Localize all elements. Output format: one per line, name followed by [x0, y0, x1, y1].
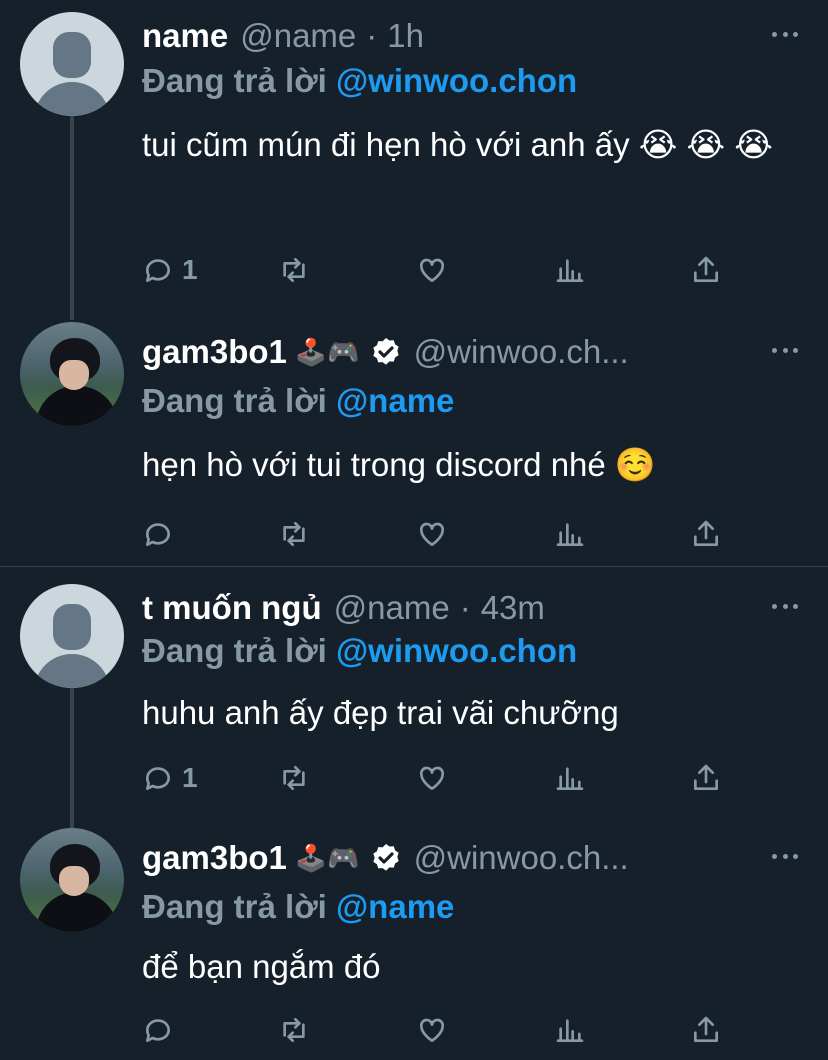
reply-icon	[145, 523, 170, 546]
more-icon[interactable]	[772, 604, 798, 612]
mention-link[interactable]: @name	[336, 888, 454, 925]
tweet[interactable]: t muốn ngủ @name · 43m Đang trả lời @win…	[0, 584, 828, 830]
like-icon	[419, 766, 445, 790]
separator-dot: ·	[366, 17, 378, 54]
tweet[interactable]: name @name · 1h Đang trả lời @winwoo.cho…	[0, 0, 828, 320]
mention-link[interactable]: @name	[336, 382, 454, 419]
action-bar	[142, 1012, 732, 1048]
retweet-button[interactable]	[278, 760, 310, 796]
like-button[interactable]	[416, 252, 448, 288]
display-name[interactable]: gam3bo1	[142, 839, 287, 877]
reply-button[interactable]: 1	[142, 252, 198, 288]
retweet-icon	[283, 766, 305, 790]
display-name[interactable]: gam3bo1	[142, 333, 287, 371]
analytics-icon	[556, 523, 584, 546]
share-icon	[694, 1016, 718, 1042]
retweet-button[interactable]	[278, 252, 310, 288]
replying-to: Đang trả lời @winwoo.chon	[142, 62, 577, 100]
action-bar: 1	[142, 760, 732, 796]
analytics-icon	[556, 767, 584, 790]
tweet-text: hẹn hò với tui trong discord nhé ☺️	[142, 446, 657, 483]
reply-icon	[145, 1019, 170, 1042]
share-icon	[694, 764, 718, 790]
analytics-button[interactable]	[554, 252, 586, 288]
reply-count: 1	[182, 254, 198, 285]
avatar[interactable]	[20, 584, 124, 688]
action-bar	[142, 516, 732, 552]
timestamp[interactable]: 1h	[387, 17, 424, 55]
retweet-icon	[283, 258, 305, 282]
share-button[interactable]	[690, 516, 722, 552]
share-button[interactable]	[690, 252, 722, 288]
handle[interactable]: @name	[240, 17, 356, 55]
replying-prefix: Đang trả lời	[142, 382, 327, 419]
more-icon[interactable]	[772, 348, 798, 356]
reply-count: 1	[182, 762, 198, 793]
thread-line	[70, 688, 74, 830]
like-icon	[419, 1018, 445, 1042]
tweet-text: tui cũm mún đi hẹn hò với anh ấy 😭 😭 😭	[142, 126, 773, 163]
tweet-text: huhu anh ấy đẹp trai vãi chưỡng	[142, 694, 619, 731]
share-icon	[694, 520, 718, 546]
handle[interactable]: @name	[334, 589, 450, 627]
replying-to: Đang trả lời @winwoo.chon	[142, 632, 577, 670]
replying-to: Đang trả lời @name	[142, 382, 454, 420]
name-emojis: 🕹️🎮	[294, 842, 360, 873]
handle[interactable]: @winwoo.ch...	[414, 333, 629, 371]
like-button[interactable]	[416, 516, 448, 552]
like-icon	[419, 258, 445, 282]
display-name[interactable]: name	[142, 17, 228, 55]
reply-button[interactable]	[142, 516, 182, 552]
reply-icon	[145, 767, 170, 790]
tweet[interactable]: gam3bo1 🕹️🎮 @winwoo.ch... Đang trả lời @…	[0, 322, 828, 562]
avatar[interactable]	[20, 828, 124, 932]
analytics-icon	[556, 1019, 584, 1042]
reply-button[interactable]	[142, 1012, 182, 1048]
timestamp[interactable]: 43m	[481, 589, 545, 627]
handle[interactable]: @winwoo.ch...	[414, 839, 629, 877]
replying-prefix: Đang trả lời	[142, 632, 327, 669]
like-button[interactable]	[416, 1012, 448, 1048]
reply-icon	[145, 259, 170, 282]
like-icon	[419, 522, 445, 546]
replying-to: Đang trả lời @name	[142, 888, 454, 926]
separator-dot: ·	[459, 589, 471, 626]
more-icon[interactable]	[772, 32, 798, 40]
share-button[interactable]	[690, 1012, 722, 1048]
reply-button[interactable]: 1	[142, 760, 198, 796]
like-button[interactable]	[416, 760, 448, 796]
avatar[interactable]	[20, 322, 124, 426]
avatar[interactable]	[20, 12, 124, 116]
replying-prefix: Đang trả lời	[142, 62, 327, 99]
thread-line	[70, 116, 74, 320]
retweet-icon	[283, 1018, 305, 1042]
analytics-button[interactable]	[554, 516, 586, 552]
display-name[interactable]: t muốn ngủ	[142, 589, 322, 627]
retweet-button[interactable]	[278, 516, 310, 552]
retweet-button[interactable]	[278, 1012, 310, 1048]
divider	[0, 566, 828, 567]
verified-badge-icon	[370, 336, 402, 368]
analytics-button[interactable]	[554, 760, 586, 796]
tweet-text: để bạn ngắm đó	[142, 948, 381, 985]
share-icon	[694, 256, 718, 282]
mention-link[interactable]: @winwoo.chon	[336, 62, 577, 99]
analytics-icon	[556, 259, 584, 282]
tweet[interactable]: gam3bo1 🕹️🎮 @winwoo.ch... Đang trả lời @…	[0, 828, 828, 1060]
mention-link[interactable]: @winwoo.chon	[336, 632, 577, 669]
more-icon[interactable]	[772, 854, 798, 862]
name-emojis: 🕹️🎮	[294, 336, 360, 367]
share-button[interactable]	[690, 760, 722, 796]
action-bar: 1	[142, 252, 732, 288]
verified-badge-icon	[370, 842, 402, 874]
analytics-button[interactable]	[554, 1012, 586, 1048]
replying-prefix: Đang trả lời	[142, 888, 327, 925]
retweet-icon	[283, 522, 305, 546]
